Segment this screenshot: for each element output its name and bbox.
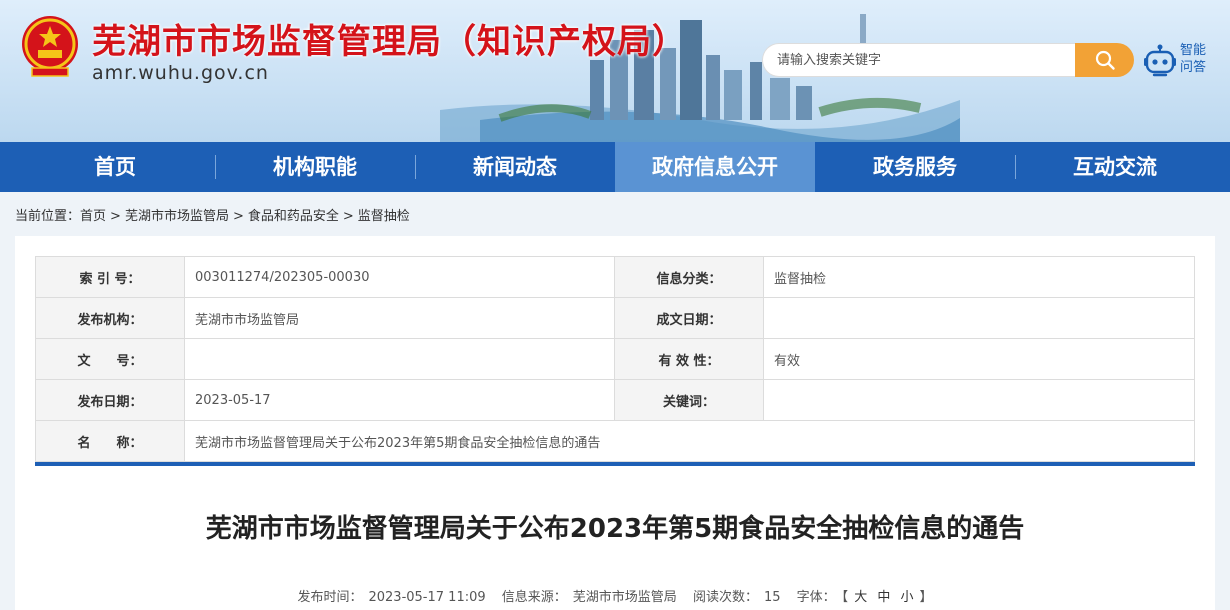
created-date-label: 成文日期：: [614, 297, 764, 339]
font-size-control: 字体： 【大 中 小】: [794, 590, 936, 605]
info-source-label: 信息来源：: [501, 590, 567, 605]
nav-organization[interactable]: 机构职能: [215, 142, 415, 192]
content-panel: 索 引 号： 003011274/202305-00030 信息分类： 监督抽检…: [15, 236, 1215, 610]
search-icon: [1095, 50, 1115, 70]
publish-time-value: 2023-05-17 11:09: [368, 590, 486, 605]
publisher-value: 芜湖市市场监管局: [184, 297, 615, 339]
nav-services[interactable]: 政务服务: [815, 142, 1015, 192]
search-box: [762, 43, 1134, 77]
info-source-value: 芜湖市市场监管局: [572, 590, 677, 605]
nav-gov-info[interactable]: 政府信息公开: [615, 142, 815, 192]
publish-date-label: 发布日期：: [35, 379, 185, 421]
site-header: 芜湖市市场监督管理局（知识产权局） amr.wuhu.gov.cn 智能问答: [0, 0, 1230, 142]
bracket-close: 】: [919, 590, 933, 605]
site-domain: amr.wuhu.gov.cn: [92, 62, 269, 84]
view-count-label: 阅读次数：: [692, 590, 758, 605]
keywords-label: 关键词：: [614, 379, 764, 421]
table-row: 文 号： 有 效 性： 有效: [35, 338, 1195, 380]
font-size-label: 字体：: [796, 590, 836, 605]
breadcrumb-inspection[interactable]: 监督抽检: [358, 209, 410, 224]
table-row: 索 引 号： 003011274/202305-00030 信息分类： 监督抽检: [35, 256, 1195, 298]
breadcrumb-home[interactable]: 首页: [80, 209, 106, 224]
font-small-button[interactable]: 小: [901, 590, 914, 605]
view-count: 阅读次数： 15: [690, 590, 784, 605]
breadcrumb-food-drug[interactable]: 食品和药品安全: [248, 209, 339, 224]
category-label: 信息分类：: [614, 256, 764, 298]
validity-label: 有 效 性：: [614, 338, 764, 380]
publish-time-label: 发布时间：: [297, 590, 363, 605]
article-title: 芜湖市市场监督管理局关于公布2023年第5期食品安全抽检信息的通告: [205, 514, 1025, 544]
index-number-label: 索 引 号：: [35, 256, 185, 298]
site-title: 芜湖市市场监督管理局（知识产权局）: [92, 22, 687, 62]
nav-news[interactable]: 新闻动态: [415, 142, 615, 192]
search-input[interactable]: [762, 43, 1076, 77]
breadcrumb-separator: >: [232, 209, 244, 224]
category-value: 监督抽检: [763, 256, 1195, 298]
publish-date-value: 2023-05-17: [184, 379, 615, 421]
nav-interaction[interactable]: 互动交流: [1015, 142, 1215, 192]
info-source: 信息来源： 芜湖市市场监管局: [499, 590, 680, 605]
breadcrumb-agency[interactable]: 芜湖市市场监管局: [125, 209, 229, 224]
doc-name-value: 芜湖市市场监督管理局关于公布2023年第5期食品安全抽检信息的通告: [184, 420, 1195, 462]
breadcrumb-prefix: 当前位置：: [15, 209, 81, 224]
document-number-value: [184, 338, 615, 380]
validity-value: 有效: [763, 338, 1195, 380]
keywords-value: [763, 379, 1195, 421]
table-row: 名 称： 芜湖市市场监督管理局关于公布2023年第5期食品安全抽检信息的通告: [35, 420, 1195, 462]
document-meta-table: 索 引 号： 003011274/202305-00030 信息分类： 监督抽检…: [35, 256, 1195, 462]
smart-qa-link[interactable]: 智能问答: [1180, 42, 1210, 76]
breadcrumb-separator: >: [110, 209, 121, 224]
view-count-value: 15: [763, 590, 781, 605]
national-emblem-icon: [22, 16, 78, 77]
article-info: 发布时间： 2023-05-17 11:09 信息来源： 芜湖市市场监管局 阅读次数…: [15, 586, 1215, 605]
created-date-value: [763, 297, 1195, 339]
index-number-value: 003011274/202305-00030: [184, 256, 615, 298]
breadcrumb-separator: >: [342, 209, 354, 224]
table-row: 发布日期： 2023-05-17 关键词：: [35, 379, 1195, 421]
table-row: 发布机构： 芜湖市市场监管局 成文日期：: [35, 297, 1195, 339]
search-button[interactable]: [1075, 43, 1134, 77]
font-large-button[interactable]: 大: [854, 590, 867, 605]
document-number-label: 文 号：: [35, 338, 185, 380]
divider-bar: [35, 462, 1195, 466]
publish-time: 发布时间： 2023-05-17 11:09: [294, 590, 488, 605]
doc-name-label: 名 称：: [35, 420, 185, 462]
robot-assistant-icon[interactable]: [1144, 44, 1176, 78]
nav-home[interactable]: 首页: [15, 142, 215, 192]
breadcrumb: 当前位置：首页 > 芜湖市市场监管局 > 食品和药品安全 > 监督抽检: [15, 205, 410, 224]
font-medium-button[interactable]: 中: [877, 590, 890, 605]
publisher-label: 发布机构：: [35, 297, 185, 339]
bracket-open: 【: [841, 590, 849, 605]
main-nav: 首页 机构职能 新闻动态 政府信息公开 政务服务 互动交流: [0, 142, 1230, 192]
